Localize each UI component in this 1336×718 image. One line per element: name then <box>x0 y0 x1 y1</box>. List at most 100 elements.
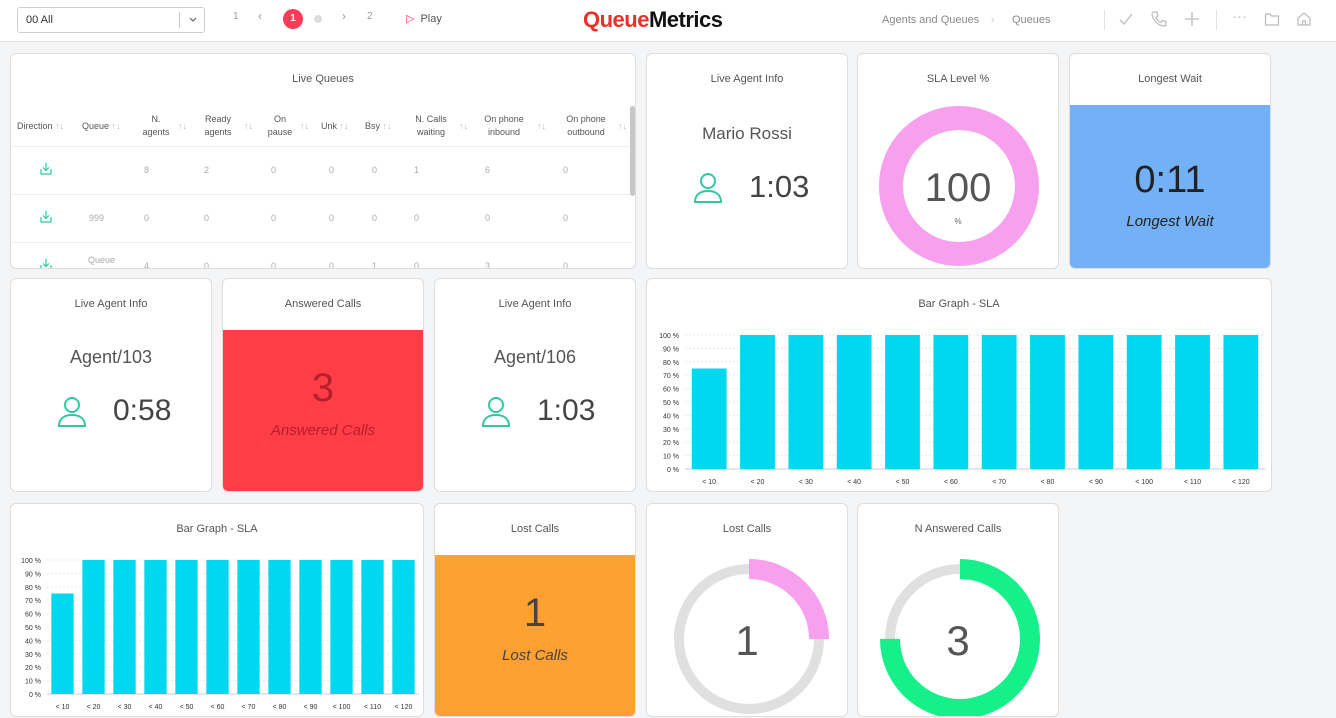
live-agent-info-card: Live Agent Info Agent/103 0:58 <box>10 278 212 492</box>
bar <box>51 593 74 694</box>
longest-wait-box: 0:11 Longest Wait <box>1070 105 1270 268</box>
n-answered-calls-card: N Answered Calls 3 <box>857 503 1059 717</box>
lost-calls-box: 1 Lost Calls <box>435 555 635 716</box>
agent-name: Mario Rossi <box>702 124 792 143</box>
table-row[interactable]: Queue 4 0 0 0 1 0 3 0 <box>11 242 631 269</box>
lost-donut-value: 1 <box>735 617 759 664</box>
sort-icon[interactable]: ↑↓ <box>618 120 627 133</box>
lost-label: Lost Calls <box>502 647 568 664</box>
y-tick-label: 0 % <box>29 692 41 699</box>
col-on-pause[interactable]: On pause <box>265 113 295 139</box>
person-icon <box>481 396 511 433</box>
agent-name: Agent/106 <box>493 347 577 367</box>
bar <box>144 560 167 694</box>
y-tick-label: 100 % <box>659 333 679 340</box>
y-tick-label: 30 % <box>25 652 41 659</box>
sort-icon[interactable]: ↑↓ <box>537 120 546 133</box>
y-tick-label: 80 % <box>25 585 41 592</box>
col-bsy[interactable]: Bsy ↑↓ <box>365 120 392 133</box>
home-icon[interactable] <box>1296 10 1312 32</box>
table-header: Direction ↑↓ Queue ↑↓ N. agents ↑↓ Ready… <box>11 102 631 150</box>
bar <box>392 560 415 694</box>
y-tick-label: 90 % <box>663 346 679 353</box>
col-n-calls-waiting[interactable]: N. Calls waiting <box>409 113 453 139</box>
play-button[interactable]: ▷ Play <box>406 12 442 25</box>
col-ready-agents[interactable]: Ready agents <box>201 113 235 139</box>
card-title: N Answered Calls <box>914 523 1002 535</box>
col-n-agents[interactable]: N. agents <box>141 113 171 139</box>
bar <box>885 335 920 469</box>
bar <box>268 560 291 694</box>
y-tick-label: 0 % <box>667 467 679 474</box>
person-icon <box>693 172 723 209</box>
x-tick-label: < 70 <box>242 704 256 711</box>
page-current[interactable]: 1 <box>283 9 303 29</box>
col-unk[interactable]: Unk ↑↓ <box>321 120 349 133</box>
card-title: Live Agent Info <box>74 298 148 310</box>
sort-icon[interactable]: ↑↓ <box>244 120 253 133</box>
selector-divider <box>179 12 180 28</box>
card-title: Answered Calls <box>284 298 362 310</box>
col-on-phone-inbound[interactable]: On phone inbound <box>481 113 527 139</box>
bar <box>237 560 260 694</box>
cell-queue: 999 <box>89 213 105 223</box>
card-title: Bar Graph - SLA <box>176 523 258 535</box>
cell-waiting: 0 <box>414 261 420 269</box>
breadcrumb-agents-and-queues[interactable]: Agents and Queues <box>882 14 979 26</box>
cell-pause: 0 <box>271 165 277 175</box>
page-next-icon[interactable]: › <box>342 9 346 23</box>
play-label: Play <box>420 13 442 25</box>
card-title: Bar Graph - SLA <box>918 298 1000 310</box>
sla-unit: % <box>954 217 962 226</box>
col-direction[interactable]: Direction ↑↓ <box>17 120 64 133</box>
inbound-icon <box>39 162 53 181</box>
breadcrumb-queues[interactable]: Queues <box>1012 14 1051 26</box>
x-tick-label: < 10 <box>56 704 70 711</box>
card-title: Live Agent Info <box>498 298 572 310</box>
more-icon[interactable]: ··· <box>1232 8 1247 25</box>
person-icon <box>57 396 87 433</box>
check-icon[interactable] <box>1118 10 1134 32</box>
sort-icon[interactable]: ↑↓ <box>459 120 468 133</box>
bar <box>1030 335 1065 469</box>
x-tick-label: < 90 <box>304 704 318 711</box>
chevron-down-icon[interactable] <box>188 9 198 41</box>
x-tick-label: < 80 <box>273 704 287 711</box>
queue-selector-value: 00 All <box>26 14 53 26</box>
sort-icon[interactable]: ↑↓ <box>178 120 187 133</box>
cell-n-agents: 0 <box>144 213 150 223</box>
lost-calls-card: Lost Calls 1 Lost Calls <box>434 503 636 717</box>
table-row[interactable]: 999 0 0 0 0 0 0 0 0 <box>11 194 631 242</box>
cell-waiting: 1 <box>414 165 420 175</box>
page-last[interactable]: 2 <box>367 11 373 22</box>
x-tick-label: < 20 <box>87 704 101 711</box>
sort-icon[interactable]: ↑↓ <box>300 120 309 133</box>
y-tick-label: 70 % <box>663 373 679 380</box>
cell-queue: Queue <box>88 255 116 265</box>
plus-icon[interactable] <box>1184 10 1200 32</box>
queue-selector[interactable]: 00 All <box>17 7 205 33</box>
y-tick-label: 20 % <box>663 440 679 447</box>
page-dot[interactable] <box>314 15 322 23</box>
n-answered-value: 3 <box>946 617 970 664</box>
y-tick-label: 30 % <box>663 427 679 434</box>
bar-graph-sla-card: Bar Graph - SLA 0 % 10 % 20 % 30 % 40 % 50 % 6… <box>10 503 424 717</box>
cell-inbound: 3 <box>485 261 491 269</box>
x-tick-label: < 60 <box>944 479 958 486</box>
table-scrollbar[interactable] <box>630 106 635 196</box>
bar-graph-sla-card: Bar Graph - SLA 0 % 10 % 20 % 30 % 40 % 50 % 6… <box>646 278 1272 492</box>
folder-icon[interactable] <box>1264 10 1280 32</box>
col-queue[interactable]: Queue ↑↓ <box>82 120 121 133</box>
bar <box>1175 335 1210 469</box>
agent-time: 1:03 <box>537 394 596 427</box>
top-bar: 00 All 1 ‹ 1 › 2 ▷ Play QueueMetrics Agen… <box>0 0 1336 42</box>
page-first[interactable]: 1 <box>233 11 239 22</box>
bar <box>330 560 353 694</box>
agent-time: 0:58 <box>113 394 172 427</box>
page-prev-icon[interactable]: ‹ <box>258 9 262 23</box>
table-row[interactable]: 8 2 0 0 0 1 6 0 <box>11 146 631 194</box>
bar <box>82 560 105 694</box>
phone-icon[interactable] <box>1150 10 1168 32</box>
col-on-phone-outbound[interactable]: On phone outbound <box>561 113 611 139</box>
y-tick-label: 80 % <box>663 360 679 367</box>
